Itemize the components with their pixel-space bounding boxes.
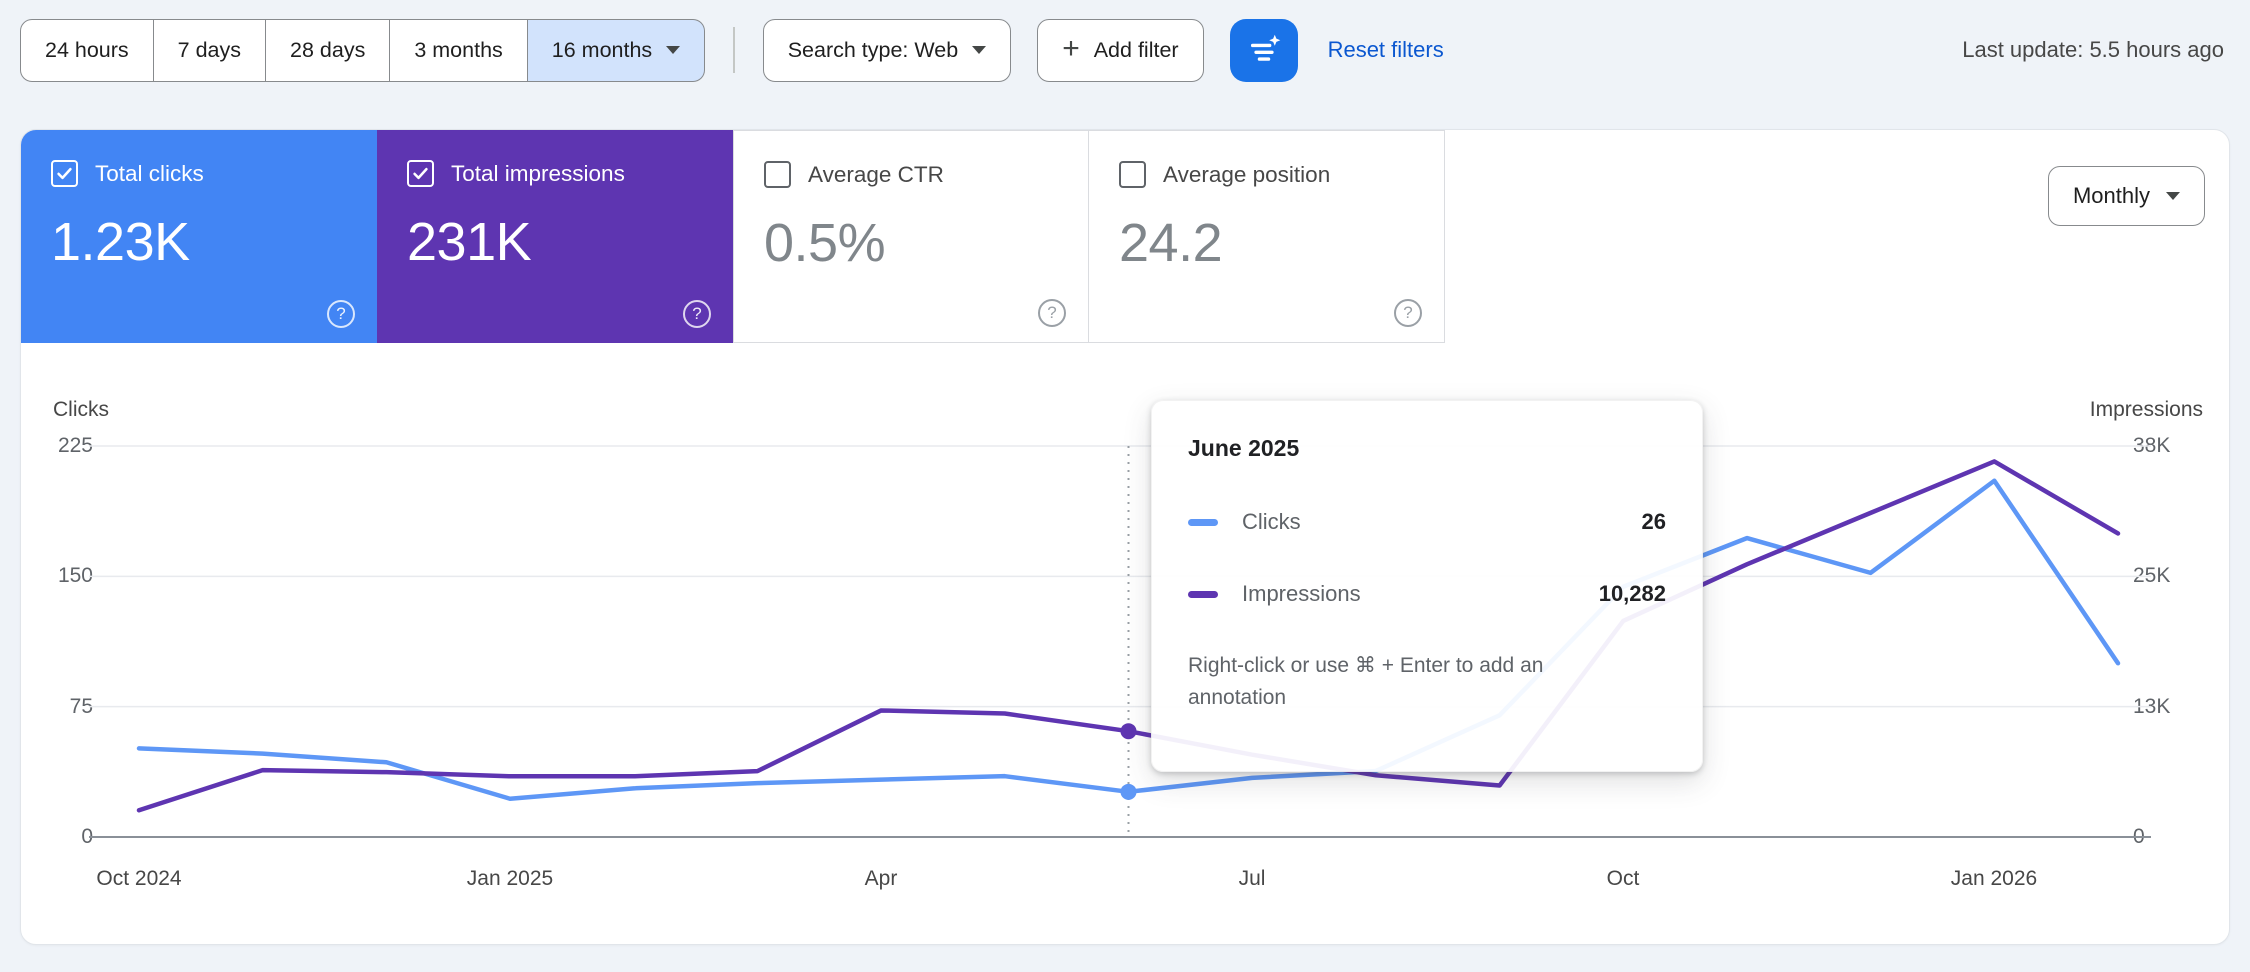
granularity-dropdown[interactable]: Monthly [2047, 166, 2205, 226]
date-range-label: 24 hours [45, 37, 129, 62]
x-axis-label: Oct 2024 [96, 867, 182, 890]
tile-head: Average CTR [764, 161, 1088, 188]
metric-label: Total clicks [95, 160, 204, 186]
y-axis-tick-left: 75 [69, 695, 93, 718]
reset-filters-link[interactable]: Reset filters [1328, 37, 1444, 63]
checkbox-checked-icon[interactable] [51, 160, 78, 187]
date-range-group: 24 hours 7 days 28 days 3 months 16 mont… [20, 18, 706, 82]
caret-down-icon [2166, 192, 2180, 200]
filter-toolbar: 24 hours 7 days 28 days 3 months 16 mont… [20, 18, 2224, 82]
tile-head: Average position [1119, 161, 1444, 188]
y-axis-tick-left: 0 [81, 825, 93, 848]
metric-tile-total-impressions[interactable]: Total impressions 231K ? [377, 130, 733, 343]
right-axis-title: Impressions [2089, 398, 2203, 421]
last-update-text: Last update: 5.5 hours ago [1962, 37, 2224, 62]
checkbox-unchecked-icon[interactable] [764, 161, 791, 188]
y-axis-tick-left: 150 [57, 564, 93, 587]
date-range-24-hours[interactable]: 24 hours [20, 18, 154, 82]
date-range-label: 7 days [177, 37, 242, 62]
performance-card: Total clicks 1.23K ? Total impressions 2… [20, 129, 2230, 945]
search-console-performance-page: 24 hours 7 days 28 days 3 months 16 mont… [0, 0, 2250, 972]
chart-tooltip: June 2025 Clicks 26 Impressions 10,282 R… [1151, 400, 1703, 772]
metric-value: 24.2 [1119, 213, 1223, 273]
plus-icon: + [1062, 31, 1080, 65]
caret-down-icon [972, 46, 987, 54]
help-icon[interactable]: ? [1038, 299, 1066, 327]
metric-tile-total-clicks[interactable]: Total clicks 1.23K ? [21, 130, 377, 343]
date-range-3-months[interactable]: 3 months [390, 18, 528, 82]
toolbar-divider [733, 27, 735, 73]
granularity-label: Monthly [2072, 183, 2150, 208]
date-range-28-days[interactable]: 28 days [266, 18, 391, 82]
metric-label: Average position [1163, 161, 1331, 187]
clicks-legend-swatch [1188, 518, 1218, 526]
caret-down-icon [666, 46, 681, 54]
checkbox-checked-icon[interactable] [407, 160, 434, 187]
x-axis-label: Apr [864, 867, 898, 890]
date-range-16-months[interactable]: 16 months [527, 18, 706, 82]
checkbox-unchecked-icon[interactable] [1119, 161, 1146, 188]
metric-value: 1.23K [51, 212, 190, 272]
metric-tiles: Total clicks 1.23K ? Total impressions 2… [21, 130, 2229, 343]
help-icon[interactable]: ? [327, 300, 355, 328]
left-axis-title: Clicks [53, 398, 109, 421]
tile-head: Total clicks [51, 160, 377, 187]
tooltip-row-clicks: Clicks 26 [1188, 506, 1666, 538]
tooltip-series-value: 26 [1641, 509, 1666, 534]
metric-tile-average-position[interactable]: Average position 24.2 ? [1089, 130, 1445, 343]
metric-tile-average-ctr[interactable]: Average CTR 0.5% ? [733, 130, 1089, 343]
x-axis-label: Oct [1606, 867, 1640, 890]
tooltip-series-name: Impressions [1242, 581, 1361, 606]
tooltip-series-name: Clicks [1242, 509, 1301, 534]
tooltip-series-value: 10,282 [1598, 581, 1666, 606]
metric-value: 231K [407, 212, 532, 272]
add-filter-label: Add filter [1093, 37, 1179, 62]
impressions-legend-swatch [1188, 590, 1218, 598]
tooltip-row-impressions: Impressions 10,282 [1188, 578, 1666, 610]
tooltip-annotation-hint: Right-click or use ⌘ + Enter to add an a… [1188, 654, 1544, 709]
metric-value: 0.5% [764, 213, 886, 273]
metric-label: Total impressions [451, 160, 625, 186]
x-axis-label: Jul [1238, 867, 1266, 890]
x-axis-label: Jan 2025 [466, 867, 554, 890]
help-icon[interactable]: ? [1394, 299, 1422, 327]
tooltip-date: June 2025 [1188, 435, 1300, 461]
y-axis-tick-left: 225 [57, 434, 93, 457]
ai-filter-button[interactable] [1229, 18, 1298, 82]
date-range-label: 16 months [551, 37, 653, 62]
search-type-label: Search type: Web [787, 37, 959, 62]
chart-svg[interactable] [89, 421, 2151, 861]
metric-label: Average CTR [808, 161, 944, 187]
date-range-label: 3 months [414, 37, 503, 62]
add-filter-button[interactable]: + Add filter [1037, 18, 1204, 82]
filter-sparkle-icon [1247, 33, 1281, 67]
date-range-label: 28 days [290, 37, 366, 62]
date-range-7-days[interactable]: 7 days [153, 18, 267, 82]
tile-head: Total impressions [407, 160, 733, 187]
x-axis-label: Jan 2026 [1950, 867, 2038, 890]
search-type-dropdown[interactable]: Search type: Web [762, 18, 1012, 82]
help-icon[interactable]: ? [683, 300, 711, 328]
